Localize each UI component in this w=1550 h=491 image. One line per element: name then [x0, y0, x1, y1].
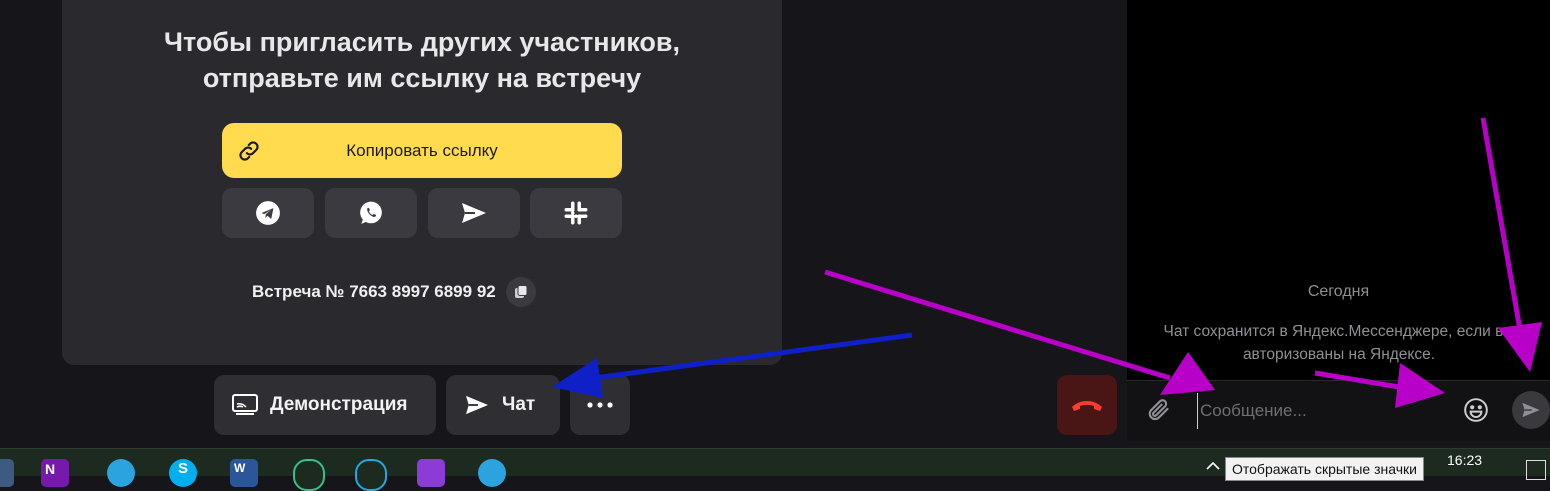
send-icon [1522, 402, 1540, 418]
chat-button[interactable]: Чат [446, 375, 560, 435]
onenote-icon[interactable]: N [41, 459, 69, 487]
word-icon[interactable]: W [230, 459, 258, 487]
share-buttons [222, 188, 622, 238]
chat-panel: Сегодня Чат сохранится в Яндекс.Мессендж… [1127, 0, 1550, 441]
arrow-to-message-input [824, 269, 1171, 381]
hang-up-button[interactable] [1057, 375, 1117, 435]
screen-share-button[interactable]: Демонстрация [214, 375, 436, 435]
copy-meeting-number-button[interactable] [505, 277, 536, 307]
send-message-button[interactable] [1512, 391, 1550, 429]
app-icon[interactable] [417, 459, 445, 487]
more-button[interactable] [570, 375, 630, 435]
share-telegram-button[interactable] [222, 188, 314, 238]
hidden-icons-tooltip: Отображать скрытые значки [1225, 457, 1424, 481]
slack-icon [564, 201, 588, 225]
send-icon [462, 203, 486, 223]
emoji-icon[interactable] [1463, 397, 1489, 423]
skype-icon[interactable]: S [169, 459, 197, 487]
phone-hangup-icon [1072, 401, 1102, 411]
chat-note-line1: Чат сохранится в Яндекс.Мессенджере, есл… [1163, 323, 1515, 340]
invite-title-line1: Чтобы пригласить других участников, [164, 27, 680, 57]
system-clock[interactable]: 16:23 [1447, 452, 1482, 468]
chat-save-note: Чат сохранится в Яндекс.Мессенджере, есл… [1139, 320, 1539, 366]
share-slack-button[interactable] [530, 188, 622, 238]
app-icon[interactable] [293, 459, 325, 491]
copy-icon [514, 285, 528, 298]
notifications-icon[interactable] [1526, 460, 1546, 480]
telegram-icon[interactable] [107, 459, 135, 487]
screen-share-label: Демонстрация [270, 394, 408, 415]
telegram-icon [256, 201, 280, 225]
invite-card: Чтобы пригласить других участников, отпр… [62, 0, 782, 365]
app-icon[interactable] [355, 459, 387, 491]
invite-title: Чтобы пригласить других участников, отпр… [62, 24, 782, 96]
chevron-up-icon[interactable] [1206, 461, 1220, 471]
whatsapp-icon [360, 201, 382, 224]
telegram-icon[interactable] [478, 459, 506, 487]
chat-date-label: Сегодня [1307, 283, 1370, 300]
link-icon [239, 141, 259, 161]
chat-note-line2: авторизованы на Яндексе. [1242, 346, 1436, 363]
copy-link-label: Копировать ссылку [346, 140, 498, 160]
meeting-number-label: Встреча № 7663 8997 6899 92 [252, 282, 496, 301]
copy-link-button[interactable]: Копировать ссылку [222, 123, 622, 178]
share-send-button[interactable] [428, 188, 520, 238]
message-input[interactable] [1197, 393, 1452, 429]
attach-icon[interactable] [1147, 397, 1173, 425]
send-icon [466, 395, 488, 415]
app-icon[interactable] [0, 459, 14, 487]
chat-label: Чат [502, 394, 536, 415]
share-whatsapp-button[interactable] [325, 188, 417, 238]
screen-share-icon [232, 394, 258, 415]
invite-title-line2: отправьте им ссылку на встречу [202, 63, 642, 93]
meeting-number: Встреча № 7663 8997 6899 92 [252, 277, 536, 307]
more-icon [587, 402, 613, 408]
chat-input-row [1127, 380, 1550, 441]
